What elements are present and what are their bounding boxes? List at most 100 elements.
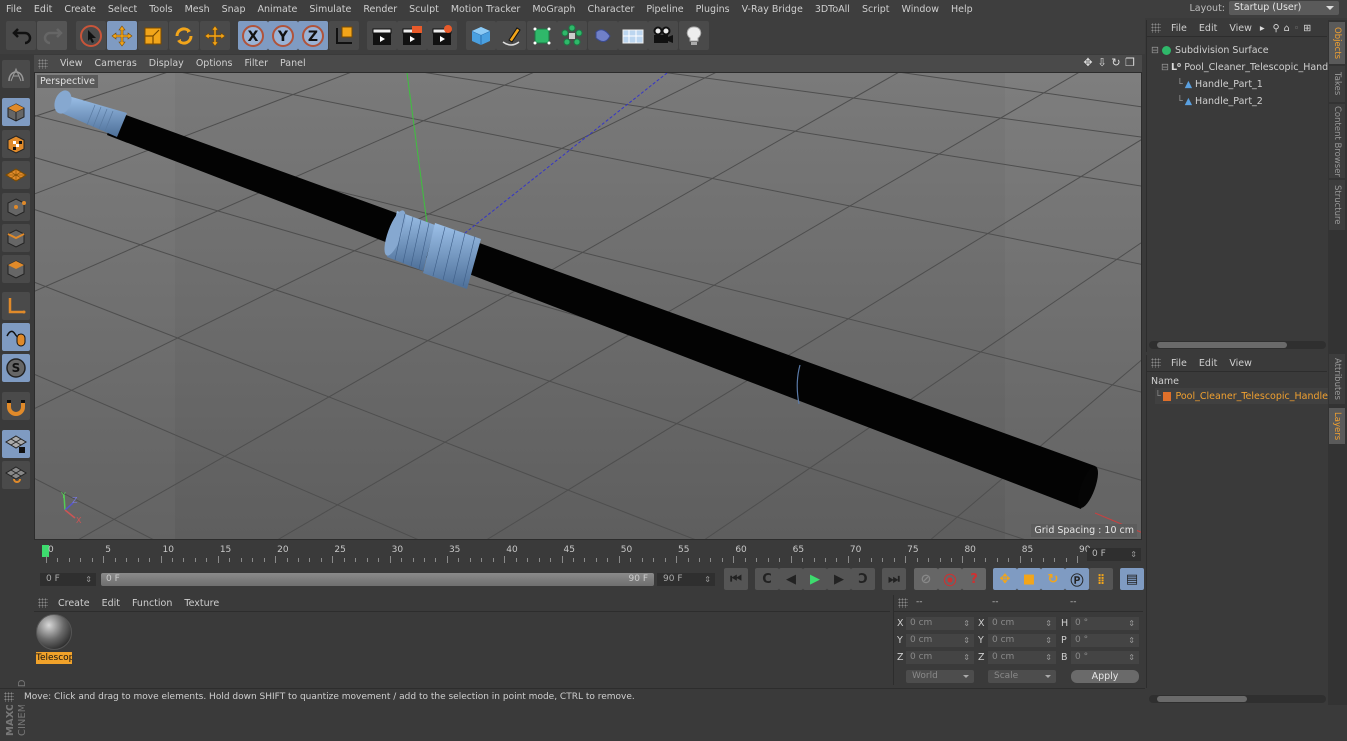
next-frame-button[interactable]: ▶	[827, 568, 851, 590]
timeline-layout-button[interactable]: ▤	[1120, 568, 1144, 590]
material-menu-function[interactable]: Function	[126, 598, 178, 609]
object-menu-edit[interactable]: Edit	[1193, 23, 1223, 34]
enable-axis-button[interactable]	[2, 292, 30, 320]
layer-menu-file[interactable]: File	[1165, 358, 1193, 369]
size-x-field[interactable]: 0 cm	[988, 617, 1056, 630]
tree-item-pool-cleaner[interactable]: ⊟ L⁰ Pool_Cleaner_Telescopic_Handle	[1161, 59, 1337, 75]
pen-tool-button[interactable]	[496, 21, 526, 50]
pos-z-field[interactable]: 0 cm	[906, 651, 974, 664]
recent-tool-button[interactable]	[200, 21, 230, 50]
next-key-button[interactable]: Ↄ	[851, 568, 875, 590]
workplane-align-button[interactable]	[2, 461, 30, 489]
workplane-mode-button[interactable]	[2, 161, 30, 189]
material-menu-create[interactable]: Create	[52, 598, 96, 609]
3d-viewport[interactable]: Y Z X Perspective Grid Spacing : 10 cm	[34, 72, 1142, 540]
key-position-button[interactable]: ✥	[993, 568, 1017, 590]
key-parameter-button[interactable]: Ⓟ	[1065, 568, 1089, 590]
layer-filter-icon[interactable]: ◦	[1294, 23, 1300, 34]
size-mode-dropdown[interactable]: Scale	[988, 670, 1056, 683]
tree-item-handle-part-1[interactable]: └ ▲ Handle_Part_1	[1177, 76, 1263, 92]
record-keyframe-button[interactable]: ⦿	[938, 568, 962, 590]
key-scale-button[interactable]: ■	[1017, 568, 1041, 590]
menu-mesh[interactable]: Mesh	[179, 4, 216, 15]
menu-snap[interactable]: Snap	[216, 4, 252, 15]
panel-grip-icon[interactable]	[1151, 23, 1161, 33]
render-picture-viewer-button[interactable]	[397, 21, 427, 50]
panel-grip-icon[interactable]	[898, 598, 908, 608]
layer-menu-view[interactable]: View	[1223, 358, 1258, 369]
make-editable-button[interactable]	[2, 60, 30, 88]
new-panel-icon[interactable]: ⊞	[1303, 23, 1311, 34]
name-column-header[interactable]: Name	[1151, 376, 1179, 387]
key-rotation-button[interactable]: ↻	[1041, 568, 1065, 590]
tab-attributes[interactable]: Attributes	[1329, 354, 1345, 404]
apply-button[interactable]: Apply	[1071, 670, 1139, 683]
play-button[interactable]: ▶	[803, 568, 827, 590]
camera-label[interactable]: Perspective	[37, 75, 99, 88]
menu-tools[interactable]: Tools	[143, 4, 178, 15]
panel-grip-icon[interactable]	[1151, 358, 1161, 368]
z-axis-lock-button[interactable]: Z	[298, 21, 328, 50]
magnet-button[interactable]	[2, 392, 30, 420]
menu-create[interactable]: Create	[58, 4, 102, 15]
menu-3dtoall[interactable]: 3DToAll	[809, 4, 856, 15]
menu-file[interactable]: File	[0, 4, 28, 15]
rotate-tool-button[interactable]	[169, 21, 199, 50]
autokey-button[interactable]: ⊘	[914, 568, 938, 590]
cloner-button[interactable]	[557, 21, 587, 50]
go-to-end-button[interactable]: ⏭	[882, 568, 906, 590]
pos-y-field[interactable]: 0 cm	[906, 634, 974, 647]
move-tool-button[interactable]	[107, 21, 137, 50]
object-menu-file[interactable]: File	[1165, 23, 1193, 34]
subdivision-surface-button[interactable]	[527, 21, 557, 50]
texture-mode-button[interactable]	[2, 130, 30, 158]
scrollbar-thumb[interactable]	[1157, 696, 1247, 702]
menu-vray-bridge[interactable]: V-Ray Bridge	[736, 4, 809, 15]
menu-sculpt[interactable]: Sculpt	[403, 4, 445, 15]
material-menu-edit[interactable]: Edit	[96, 598, 126, 609]
menu-animate[interactable]: Animate	[252, 4, 304, 15]
tab-layers[interactable]: Layers	[1329, 408, 1345, 444]
menu-plugins[interactable]: Plugins	[690, 4, 736, 15]
preview-range-slider[interactable]: 0 F 90 F	[101, 573, 654, 586]
menu-pipeline[interactable]: Pipeline	[640, 4, 689, 15]
pan-icon[interactable]: ✥	[1082, 57, 1094, 69]
dolly-icon[interactable]: ⇩	[1096, 57, 1108, 69]
layout-dropdown[interactable]: Startup (User)	[1229, 1, 1339, 15]
object-manager-scrollbar[interactable]	[1149, 341, 1326, 349]
menu-window[interactable]: Window	[896, 4, 945, 15]
panel-grip-icon[interactable]	[38, 598, 48, 608]
render-view-button[interactable]	[367, 21, 397, 50]
menu-character[interactable]: Character	[581, 4, 640, 15]
tweak-mode-button[interactable]	[2, 323, 30, 351]
current-frame-field[interactable]: 0 F	[1087, 548, 1141, 561]
more-arrow-icon[interactable]: ▸	[1260, 23, 1265, 34]
viewport-menu-options[interactable]: Options	[190, 58, 239, 69]
size-z-field[interactable]: 0 cm	[988, 651, 1056, 664]
tree-item-handle-part-2[interactable]: └ ▲ Handle_Part_2	[1177, 93, 1263, 109]
scale-tool-button[interactable]	[138, 21, 168, 50]
polygons-mode-button[interactable]	[2, 255, 30, 283]
tab-objects[interactable]: Objects	[1329, 22, 1345, 64]
keyframe-help-button[interactable]: ?	[962, 568, 986, 590]
maximize-icon[interactable]: ❐	[1124, 57, 1136, 69]
previous-key-button[interactable]: C	[755, 568, 779, 590]
object-menu-view[interactable]: View	[1223, 23, 1258, 34]
material-item[interactable]: Telescop	[36, 614, 72, 666]
lock-workplane-button[interactable]	[2, 430, 30, 458]
x-axis-lock-button[interactable]: X	[238, 21, 268, 50]
home-icon[interactable]: ⌂	[1284, 23, 1290, 34]
tab-content-browser[interactable]: Content Browser	[1329, 104, 1345, 178]
undo-button[interactable]	[6, 21, 36, 50]
tab-takes[interactable]: Takes	[1329, 66, 1345, 102]
max-frame-field[interactable]: 90 F	[657, 573, 715, 586]
menu-render[interactable]: Render	[357, 4, 403, 15]
snapping-button[interactable]: S	[2, 354, 30, 382]
menu-select[interactable]: Select	[102, 4, 143, 15]
viewport-menu-panel[interactable]: Panel	[274, 58, 312, 69]
panel-grip-icon[interactable]	[38, 58, 48, 69]
timeline-ruler[interactable]: 0 5 10 15 20 25 30 35 40 45 50 55 60 65 70 75 80 85 90	[34, 543, 1142, 567]
render-settings-button[interactable]	[427, 21, 457, 50]
pos-x-field[interactable]: 0 cm	[906, 617, 974, 630]
viewport-menu-filter[interactable]: Filter	[238, 58, 274, 69]
